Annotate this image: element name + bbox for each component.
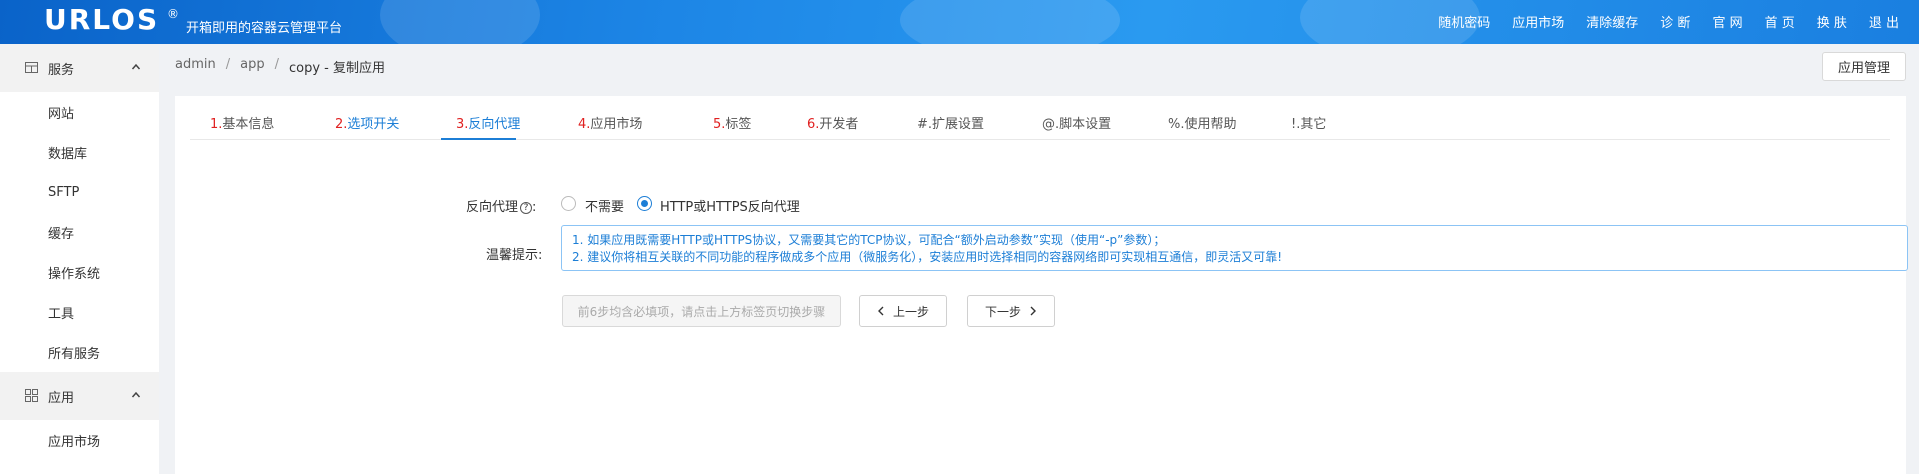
nav-app-market[interactable]: 应用市场 xyxy=(1512,12,1564,31)
tab-usage-help[interactable]: %.使用帮助 xyxy=(1168,113,1237,132)
nav-home[interactable]: 首 页 xyxy=(1765,12,1795,31)
nav-diagnose[interactable]: 诊 断 xyxy=(1660,12,1690,31)
breadcrumb-current: copy - 复制应用 xyxy=(289,61,386,76)
tab-app-market[interactable]: 4.应用市场 xyxy=(578,113,642,132)
tab-tags[interactable]: 5.标签 xyxy=(713,113,751,132)
next-step-button[interactable]: 下一步 xyxy=(967,295,1055,327)
nav-change-skin[interactable]: 换 肤 xyxy=(1817,12,1847,31)
tab-developer[interactable]: 6.开发者 xyxy=(807,113,858,132)
tab-option-switches[interactable]: 2.选项开关 xyxy=(335,113,399,132)
sidebar-item-tools[interactable]: 工具 xyxy=(0,292,159,332)
prev-step-button[interactable]: 上一步 xyxy=(859,295,947,327)
apps-grid-icon xyxy=(25,389,38,402)
required-steps-hint-button: 前6步均含必填项，请点击上方标签页切换步骤 xyxy=(562,295,841,327)
step-tabs: 1.基本信息 2.选项开关 3.反向代理 4.应用市场 5.标签 6.开发者 #… xyxy=(190,96,1890,140)
chevron-up-icon xyxy=(131,63,141,70)
radio-http-proxy[interactable] xyxy=(637,196,652,211)
nav-official-site[interactable]: 官 网 xyxy=(1712,12,1742,31)
nav-logout[interactable]: 退 出 xyxy=(1869,12,1899,31)
sidebar-group-apps[interactable]: 应用 xyxy=(0,372,159,420)
sidebar-item-all-services[interactable]: 所有服务 xyxy=(0,332,159,372)
app-manage-button[interactable]: 应用管理 xyxy=(1821,52,1906,81)
registered-mark: ® xyxy=(167,7,179,21)
tab-script-settings[interactable]: @.脚本设置 xyxy=(1042,113,1111,132)
breadcrumb: admin / app / copy - 复制应用 xyxy=(175,57,385,76)
header-decoration xyxy=(900,0,1120,44)
radio-http-proxy-label[interactable]: HTTP或HTTPS反向代理 xyxy=(660,196,800,215)
active-tab-indicator xyxy=(441,138,516,140)
top-nav: 随机密码 应用市场 清除缓存 诊 断 官 网 首 页 换 肤 退 出 xyxy=(1416,12,1899,31)
help-icon[interactable]: ? xyxy=(520,202,533,214)
sidebar-item-sftp[interactable]: SFTP xyxy=(0,172,159,212)
tab-reverse-proxy[interactable]: 3.反向代理 xyxy=(456,113,520,132)
tab-other[interactable]: !.其它 xyxy=(1291,113,1326,132)
chevron-right-icon xyxy=(1030,306,1036,316)
brand-logo[interactable]: URLOS xyxy=(44,3,159,36)
breadcrumb-separator: / xyxy=(274,57,279,72)
chevron-up-icon xyxy=(131,391,141,398)
sidebar-item-website[interactable]: 网站 xyxy=(0,92,159,132)
tab-basic-info[interactable]: 1.基本信息 xyxy=(210,113,274,132)
radio-no-proxy-label[interactable]: 不需要 xyxy=(585,196,624,215)
brand-slogan: 开箱即用的容器云管理平台 xyxy=(186,21,343,36)
top-header: URLOS ® 开箱即用的容器云管理平台 随机密码 应用市场 清除缓存 诊 断 … xyxy=(0,0,1919,44)
header-decoration xyxy=(380,0,540,44)
sidebar-item-app-market[interactable]: 应用市场 xyxy=(0,420,159,460)
reverse-proxy-label: 反向代理?: xyxy=(466,200,537,215)
breadcrumb-admin[interactable]: admin xyxy=(175,57,216,76)
sidebar-item-cache[interactable]: 缓存 xyxy=(0,212,159,252)
server-icon xyxy=(25,62,38,73)
sidebar-item-database[interactable]: 数据库 xyxy=(0,132,159,172)
sidebar-group-label: 服务 xyxy=(48,62,75,78)
tip-label: 温馨提示: xyxy=(486,248,543,263)
main-content: admin / app / copy - 复制应用 应用管理 1.基本信息 2.… xyxy=(159,44,1919,474)
breadcrumb-app[interactable]: app xyxy=(240,57,264,76)
tip-box: 1. 如果应用既需要HTTP或HTTPS协议，又需要其它的TCP协议，可配合“额… xyxy=(561,225,1908,271)
breadcrumb-separator: / xyxy=(225,57,231,72)
form-card: 1.基本信息 2.选项开关 3.反向代理 4.应用市场 5.标签 6.开发者 #… xyxy=(175,96,1908,474)
sidebar-item-os[interactable]: 操作系统 xyxy=(0,252,159,292)
tip-line-1: 1. 如果应用既需要HTTP或HTTPS协议，又需要其它的TCP协议，可配合“额… xyxy=(572,233,1166,247)
nav-clear-cache[interactable]: 清除缓存 xyxy=(1586,12,1638,31)
sidebar-group-services[interactable]: 服务 xyxy=(0,44,159,92)
tab-extension-settings[interactable]: #.扩展设置 xyxy=(917,113,984,132)
tip-line-2: 2. 建议你将相互关联的不同功能的程序做成多个应用（微服务化），安装应用时选择相… xyxy=(572,250,1283,264)
radio-no-proxy[interactable] xyxy=(561,196,576,211)
chevron-left-icon xyxy=(877,306,884,316)
nav-random-password[interactable]: 随机密码 xyxy=(1438,12,1490,31)
sidebar-group-label: 应用 xyxy=(48,390,75,406)
sidebar: 服务 网站 数据库 SFTP 缓存 操作系统 工具 所有服务 应用 应用市场 xyxy=(0,44,159,474)
